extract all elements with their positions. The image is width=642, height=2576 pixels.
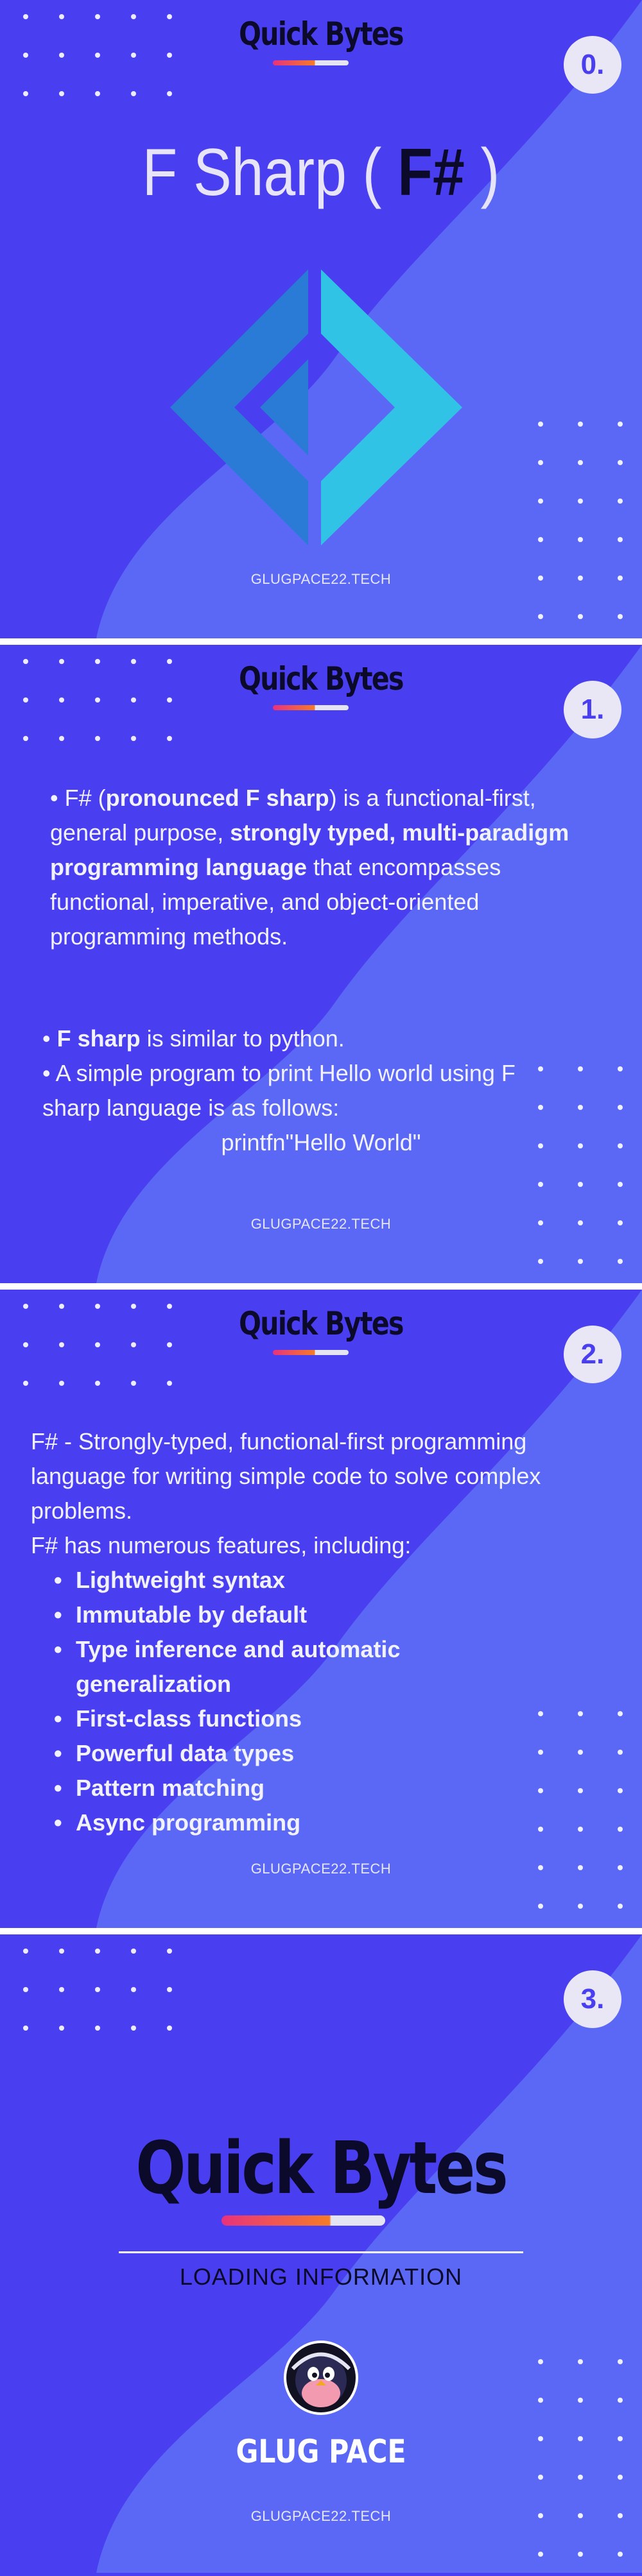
text-run-bold: F sharp	[56, 1025, 141, 1052]
slide-number: 2.	[580, 1338, 605, 1370]
footer-url: GLUGPACE22.TECH	[250, 571, 392, 587]
slide-number: 3.	[580, 1983, 605, 2015]
list-item: Powerful data types	[54, 1736, 596, 1771]
code-sample: printfn"Hello World"	[221, 1129, 421, 1156]
glug-penguin-logo-icon	[284, 2341, 358, 2415]
list-item: Pattern matching	[54, 1771, 596, 1805]
divider	[119, 2251, 523, 2253]
footer-url: GLUGPACE22.TECH	[250, 2508, 392, 2524]
brand-title: Quick Bytes	[239, 15, 404, 53]
feature-list: Lightweight syntax Immutable by default …	[31, 1563, 596, 1840]
brand-header: Quick Bytes	[0, 1305, 642, 1342]
list-item: Immutable by default	[54, 1598, 596, 1632]
page-title: F Sharp ( F# )	[45, 135, 597, 211]
list-item: Lightweight syntax	[54, 1563, 596, 1598]
loading-subtitle: LOADING INFORMATION	[179, 2264, 463, 2290]
list-item: Async programming	[54, 1805, 596, 1840]
list-item: First-class functions	[54, 1702, 596, 1736]
slide-2: Quick Bytes 2. F# - Strongly-typed, func…	[0, 1290, 642, 1928]
brand-underline	[273, 705, 349, 710]
text-run: • F# (	[50, 785, 106, 811]
big-title-underline	[221, 2215, 385, 2226]
slide-number-badge: 3.	[564, 1970, 621, 2028]
dot-grid-top-left	[23, 1949, 172, 2031]
big-title: Quick Bytes	[0, 2127, 642, 2210]
footer-url: GLUGPACE22.TECH	[250, 1216, 392, 1232]
definition-paragraph: • F# (pronounced F sharp) is a functiona…	[50, 781, 583, 954]
text-run-bold: pronounced F sharp	[105, 785, 329, 811]
title-plain: F Sharp (	[142, 135, 398, 210]
similarity-line: • F sharp is similar to python.	[42, 1021, 607, 1056]
dot-grid-bottom-right	[538, 422, 623, 619]
footer-url: GLUGPACE22.TECH	[250, 1861, 392, 1877]
slide-number-badge: 1.	[564, 681, 621, 738]
slide-number: 1.	[580, 694, 605, 725]
slide-1: Quick Bytes 1. • F# (pronounced F sharp)…	[0, 645, 642, 1283]
title-end: )	[464, 135, 500, 210]
big-title-text: Quick Bytes	[135, 2127, 508, 2210]
title-bold: F#	[397, 135, 465, 210]
brand-underline	[273, 60, 349, 65]
list-item: Type inference and automatic generalizat…	[54, 1632, 487, 1702]
slide-number-badge: 2.	[564, 1326, 621, 1383]
slide-3: 3. Quick Bytes LOADING INFORMATION GLUG …	[0, 1934, 642, 2576]
brand-title: Quick Bytes	[239, 660, 404, 697]
text-run: •	[42, 1025, 57, 1052]
text-run: is similar to python.	[140, 1025, 345, 1052]
brand-header: Quick Bytes	[0, 660, 642, 697]
fsharp-logo-icon	[170, 269, 462, 545]
org-name: GLUG PACE	[236, 2433, 406, 2470]
brand-title: Quick Bytes	[239, 1305, 404, 1342]
slide-number: 0.	[580, 49, 605, 80]
hello-world-intro: • A simple program to print Hello world …	[42, 1060, 516, 1121]
features-intro: F# has numerous features, including:	[31, 1532, 412, 1558]
slide-0: Quick Bytes 0. F Sharp ( F# ) GLUGPACE22…	[0, 0, 642, 638]
brand-header: Quick Bytes	[0, 15, 642, 53]
intro-paragraph: F# - Strongly-typed, functional-first pr…	[31, 1428, 541, 1524]
slide-number-badge: 0.	[564, 36, 621, 94]
brand-underline	[273, 1350, 349, 1355]
